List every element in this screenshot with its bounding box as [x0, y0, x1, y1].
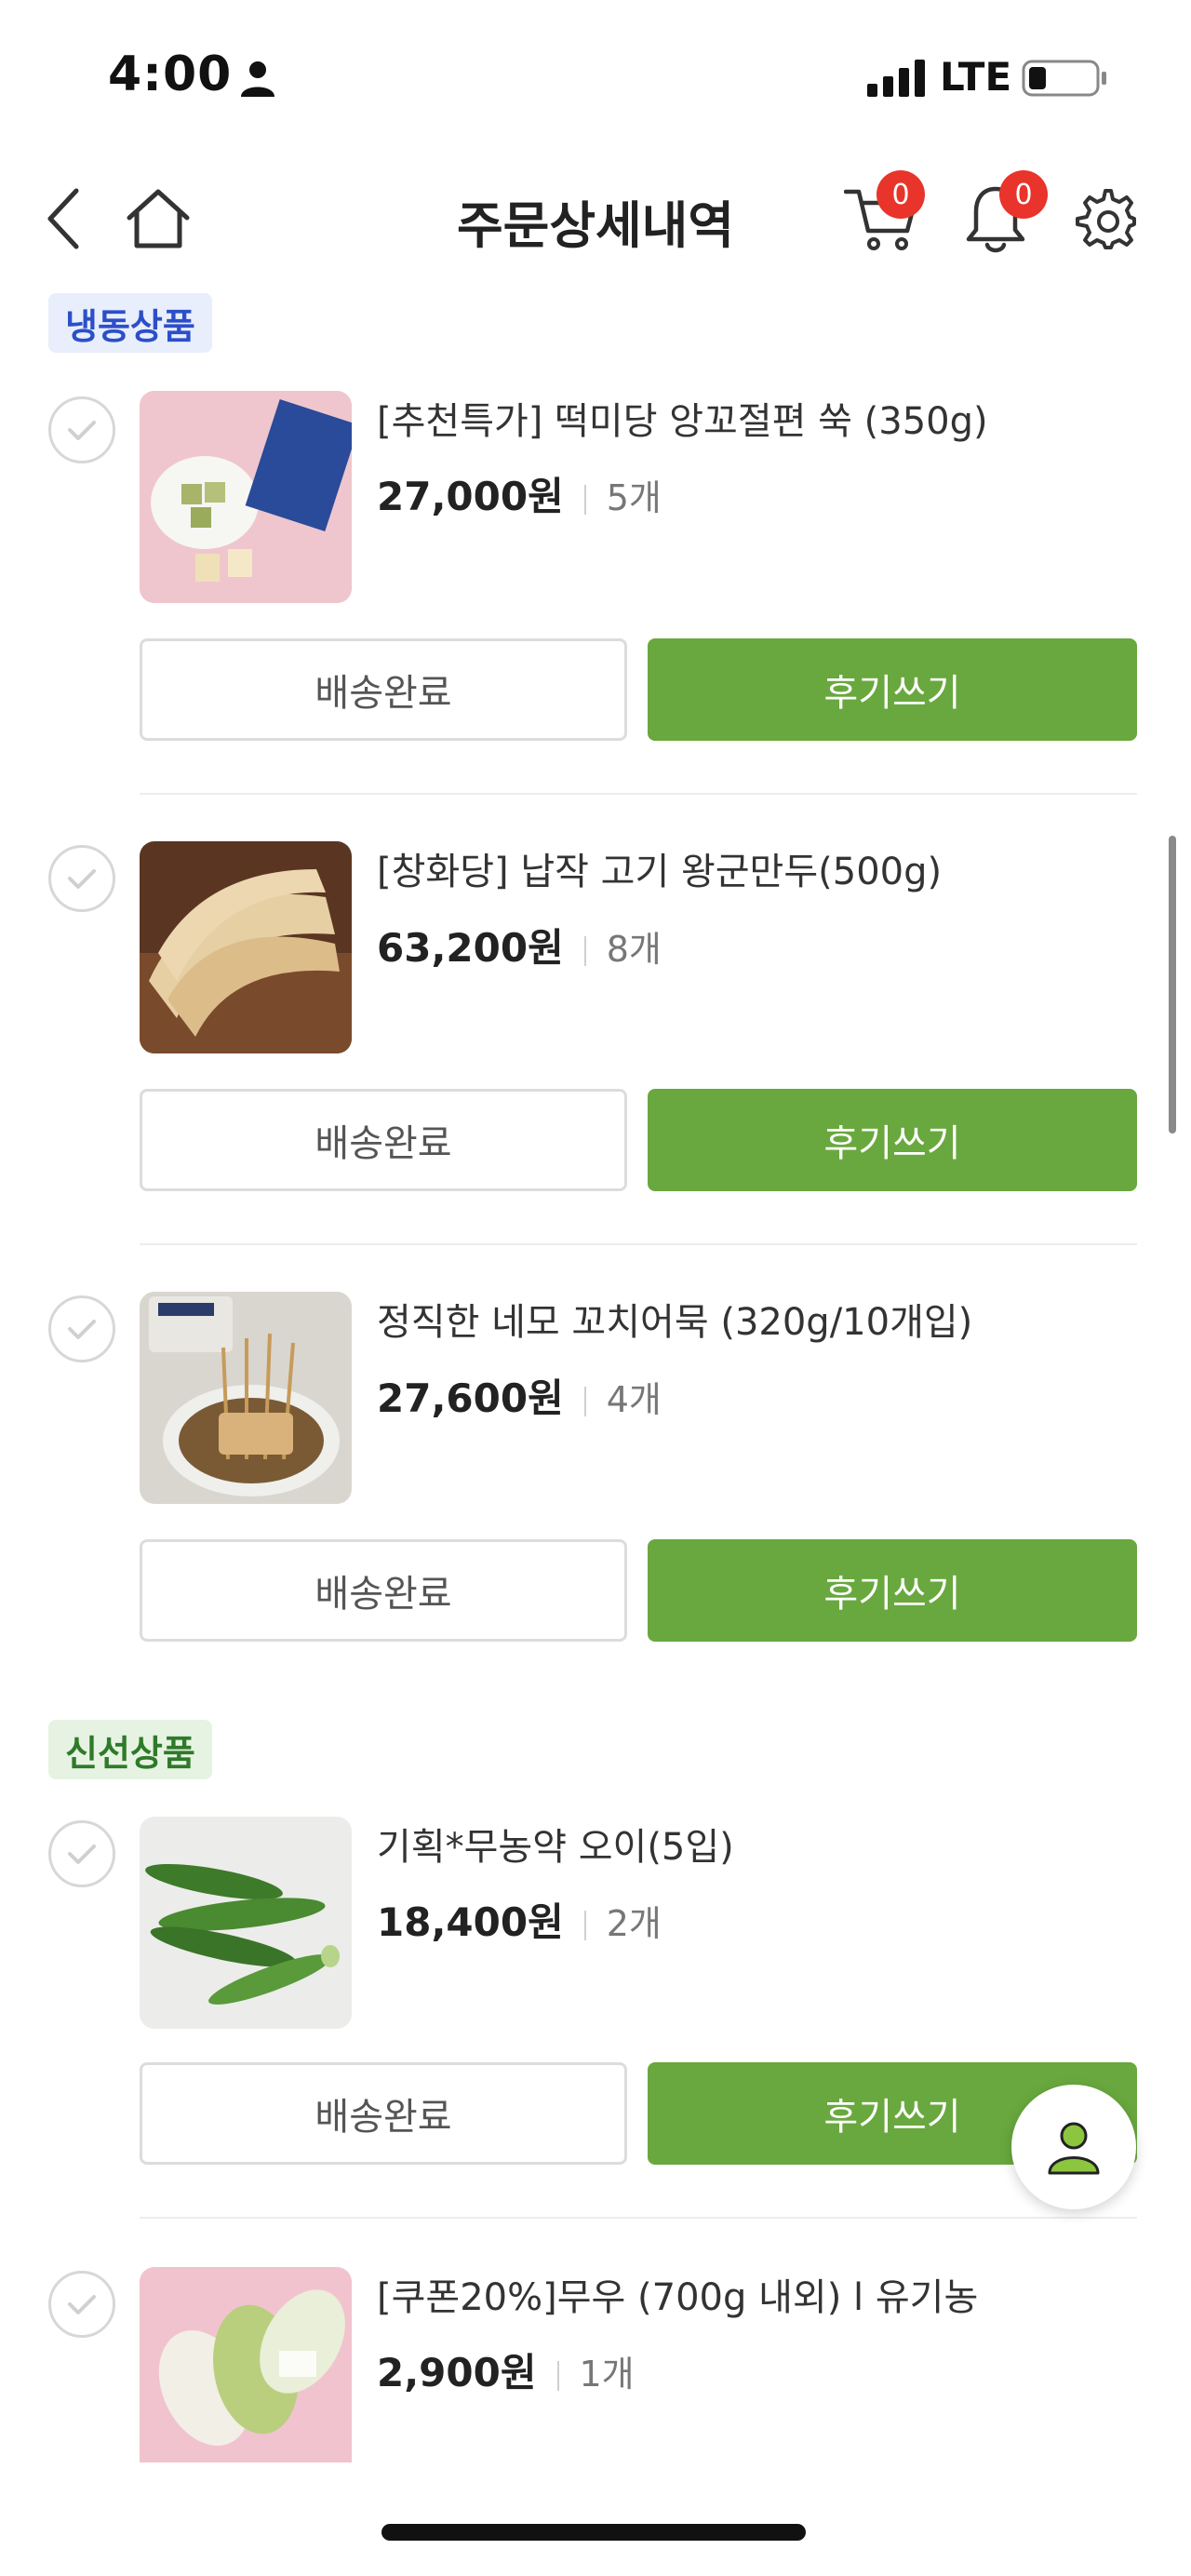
- select-checkbox[interactable]: [48, 1820, 115, 1887]
- product-name[interactable]: [쿠폰20%]무우 (700g 내외) l 유기농: [377, 2267, 978, 2321]
- product-price-row: 63,200원 8개: [377, 917, 662, 973]
- person-icon: [241, 61, 274, 97]
- scrollbar[interactable]: [1169, 836, 1176, 1134]
- product-image[interactable]: [140, 391, 352, 603]
- product-price: 27,600원: [377, 1375, 564, 1421]
- product-name[interactable]: [창화당] 납작 고기 왕군만두(500g): [377, 841, 942, 895]
- delivery-status-button[interactable]: 배송완료: [140, 1089, 627, 1191]
- product-image[interactable]: [140, 1817, 352, 2029]
- check-icon: [68, 1845, 96, 1864]
- fish-cake-photo: [140, 1292, 352, 1504]
- product-price-row: 18,400원 2개: [377, 1891, 662, 1948]
- product-name[interactable]: 기획*무농약 오이(5입): [377, 1817, 734, 1871]
- section-tag-fresh: 신선상품: [48, 1720, 212, 1779]
- settings-button[interactable]: [1065, 181, 1145, 256]
- status-time: 4:00: [108, 47, 233, 102]
- product-price: 63,200원: [377, 925, 564, 971]
- check-icon: [68, 869, 96, 889]
- check-icon: [68, 421, 96, 440]
- product-price: 27,000원: [377, 474, 564, 519]
- status-bar: 4:00 LTE: [0, 0, 1191, 158]
- separator: [583, 484, 586, 515]
- product-price-row: 27,000원 5개: [377, 465, 662, 522]
- product-name[interactable]: 정직한 네모 꼬치어묵 (320g/10개입): [377, 1292, 972, 1346]
- write-review-button[interactable]: 후기쓰기: [648, 638, 1137, 741]
- user-icon: [1048, 2122, 1100, 2175]
- separator: [556, 2360, 559, 2391]
- product-quantity: 5개: [606, 477, 662, 518]
- my-page-floating-button[interactable]: [1011, 2085, 1136, 2209]
- radish-photo: [140, 2267, 352, 2462]
- delivery-status-button[interactable]: 배송완료: [140, 2062, 627, 2165]
- product-image[interactable]: [140, 2267, 352, 2462]
- check-icon: [68, 2295, 96, 2314]
- battery-icon: [1022, 60, 1106, 97]
- notification-count-badge: 0: [999, 170, 1048, 219]
- select-checkbox[interactable]: [48, 845, 115, 912]
- select-checkbox[interactable]: [48, 396, 115, 463]
- network-label: LTE: [940, 54, 1012, 100]
- product-name[interactable]: [추천특가] 떡미당 앙꼬절편 쑥 (350g): [377, 391, 988, 445]
- product-image[interactable]: [140, 841, 352, 1053]
- rice-cake-photo: [140, 391, 352, 603]
- product-image[interactable]: [140, 1292, 352, 1504]
- product-price-row: 2,900원 1개: [377, 2341, 635, 2398]
- divider: [140, 793, 1137, 795]
- write-review-button[interactable]: 후기쓰기: [648, 1539, 1137, 1642]
- select-checkbox[interactable]: [48, 1295, 115, 1362]
- cart-count-badge: 0: [877, 170, 925, 219]
- dumpling-photo: [140, 841, 352, 1053]
- section-tag-frozen: 냉동상품: [48, 293, 212, 353]
- delivery-status-button[interactable]: 배송완료: [140, 638, 627, 741]
- gear-icon: [1076, 189, 1136, 249]
- product-price-row: 27,600원 4개: [377, 1367, 662, 1424]
- signal-icon: [867, 60, 925, 97]
- separator: [583, 1386, 586, 1416]
- product-quantity: 8개: [606, 929, 662, 970]
- delivery-status-button[interactable]: 배송완료: [140, 1539, 627, 1642]
- select-checkbox[interactable]: [48, 2271, 115, 2338]
- divider: [140, 1243, 1137, 1245]
- product-quantity: 2개: [606, 1903, 662, 1944]
- cucumber-photo: [140, 1817, 352, 2029]
- separator: [583, 1910, 586, 1940]
- product-quantity: 1개: [579, 2354, 635, 2395]
- separator: [583, 935, 586, 966]
- product-quantity: 4개: [606, 1379, 662, 1420]
- product-price: 18,400원: [377, 1899, 564, 1945]
- product-price: 2,900원: [377, 2350, 537, 2395]
- divider: [140, 2217, 1137, 2219]
- home-indicator[interactable]: [381, 2524, 806, 2541]
- write-review-button[interactable]: 후기쓰기: [648, 1089, 1137, 1191]
- check-icon: [68, 1320, 96, 1339]
